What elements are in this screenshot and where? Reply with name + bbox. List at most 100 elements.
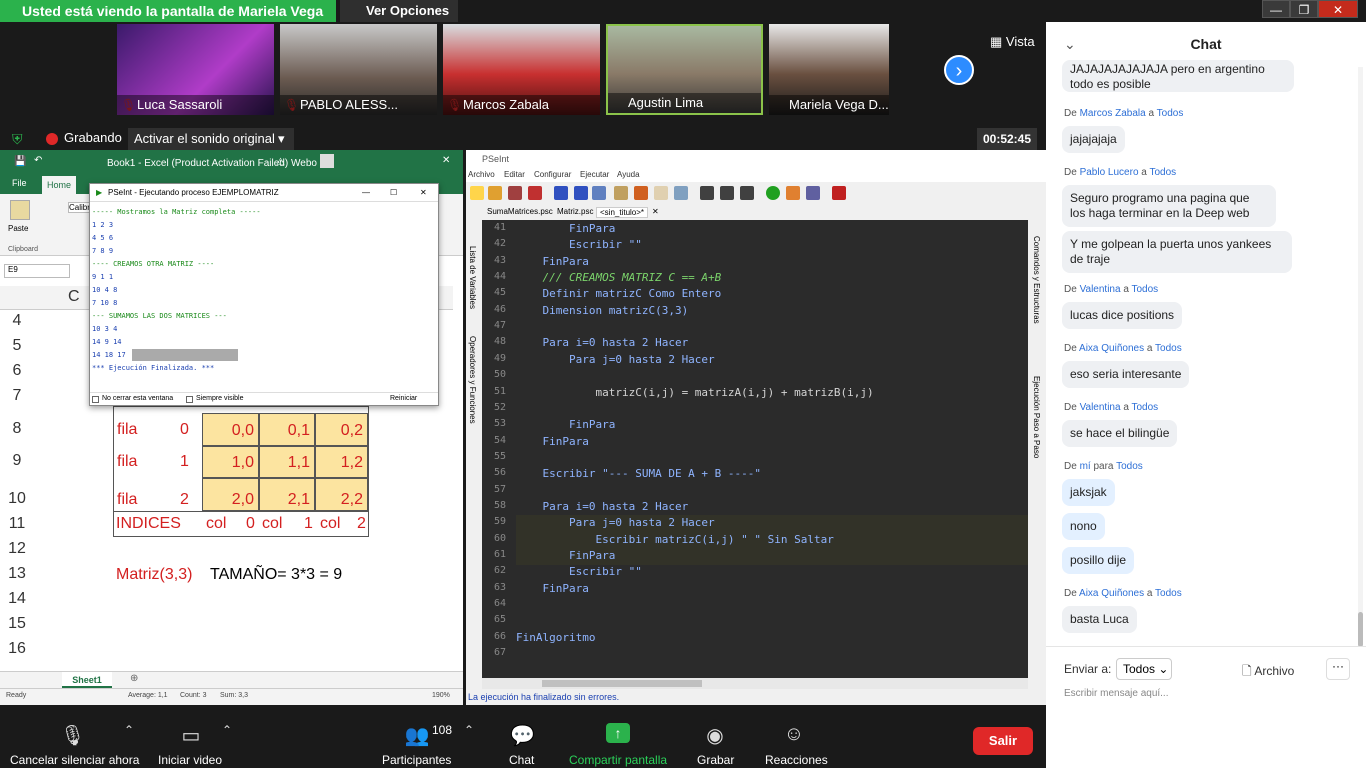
sender-name[interactable]: Aixa Quiñones: [1079, 588, 1144, 599]
chevron-down-icon[interactable]: ▾: [278, 128, 285, 150]
scroll-thumb[interactable]: [542, 680, 702, 687]
file-tab[interactable]: SumaMatrices.psc: [484, 207, 556, 216]
view-button[interactable]: ▦ Vista: [990, 34, 1035, 50]
sender-name[interactable]: Pablo Lucero: [1080, 167, 1139, 178]
video-tile[interactable]: 🎙 Marcos Zabala: [443, 24, 600, 115]
col-label[interactable]: col: [320, 508, 340, 540]
cut-icon[interactable]: [592, 186, 606, 200]
close-tab-icon[interactable]: ✕: [652, 207, 659, 216]
participants-icon[interactable]: 👥: [404, 723, 430, 748]
indices-label[interactable]: INDICES: [116, 508, 181, 540]
more-button[interactable]: ···: [1326, 658, 1350, 680]
row-header[interactable]: 14: [0, 590, 34, 608]
copy-icon[interactable]: [614, 186, 628, 200]
original-sound-button[interactable]: Activar el sonido original ▾: [128, 128, 294, 150]
tab-sheet1[interactable]: Sheet1: [62, 672, 112, 688]
row-header[interactable]: 9: [0, 452, 34, 470]
record-button[interactable]: Grabar: [697, 753, 734, 767]
diagram-icon[interactable]: [806, 186, 820, 200]
row-header[interactable]: 15: [0, 615, 34, 633]
find-icon[interactable]: [654, 186, 668, 200]
chevron-up-icon[interactable]: ⌃: [464, 723, 474, 737]
col-index[interactable]: 1: [304, 508, 313, 540]
commands-panel-tab[interactable]: Comandos y Estructuras: [1032, 236, 1041, 324]
row-header[interactable]: 4: [0, 312, 34, 330]
share-screen-button[interactable]: Compartir pantalla: [569, 753, 667, 767]
close-icon[interactable]: ✕: [442, 155, 450, 166]
add-sheet-icon[interactable]: ⊕: [130, 673, 138, 684]
horizontal-scrollbar[interactable]: [482, 678, 1028, 689]
save-icon[interactable]: [508, 186, 522, 200]
fila-index[interactable]: 0: [180, 414, 189, 446]
fila-index[interactable]: 1: [180, 446, 189, 478]
row-header[interactable]: 5: [0, 337, 34, 355]
open-icon[interactable]: [488, 186, 502, 200]
fila-label[interactable]: fila: [117, 446, 137, 478]
row-header[interactable]: 13: [0, 565, 34, 583]
matrix-cell[interactable]: 1,2: [315, 446, 368, 478]
video-tile-active[interactable]: Agustin Lima: [606, 24, 763, 115]
paste-label[interactable]: Paste: [8, 224, 28, 233]
fila-label[interactable]: fila: [117, 414, 137, 446]
clipboard-icon[interactable]: [10, 200, 30, 220]
col-index[interactable]: 0: [246, 508, 255, 540]
matrix-cell[interactable]: 2,2: [315, 478, 368, 511]
column-c-header[interactable]: C: [68, 288, 80, 306]
redo-icon[interactable]: [574, 186, 588, 200]
matrix-cell[interactable]: 2,0: [202, 478, 259, 511]
mute-button[interactable]: Cancelar silenciar ahora: [10, 753, 139, 767]
menu-item[interactable]: Archivo: [468, 170, 495, 179]
file-tab-active[interactable]: <sin_titulo>*: [596, 207, 649, 218]
video-tile[interactable]: 🎙 PABLO ALESS...: [280, 24, 437, 115]
size-formula[interactable]: TAMAÑO= 3*3 = 9: [210, 559, 342, 591]
matrix-size-label[interactable]: Matriz(3,3): [116, 559, 192, 591]
status-zoom[interactable]: 190%: [432, 692, 450, 699]
matrix-cell[interactable]: 0,1: [259, 413, 315, 446]
save-as-icon[interactable]: [528, 186, 542, 200]
chat-scroll-thumb[interactable]: [1358, 612, 1363, 647]
minimize-icon[interactable]: —: [362, 184, 370, 202]
chat-button[interactable]: Chat: [509, 753, 534, 767]
row-header[interactable]: 8: [0, 420, 34, 438]
reactions-icon[interactable]: ☺: [782, 723, 806, 746]
code-editor[interactable]: 41 42 43 44 45 46 47 48 49 50 51 52 53 54 55 56 57 58 59 60…: [482, 220, 1028, 678]
chat-input[interactable]: Escribir mensaje aquí...: [1064, 688, 1169, 699]
chat-scrollbar[interactable]: [1358, 67, 1363, 647]
restart-button[interactable]: Reiniciar: [390, 395, 417, 402]
menu-item[interactable]: Editar: [504, 170, 525, 179]
menu-item[interactable]: Ayuda: [617, 170, 640, 179]
chat-icon[interactable]: 💬: [510, 723, 535, 748]
matrix-cell[interactable]: 0,0: [202, 413, 259, 446]
tab-file[interactable]: File: [12, 178, 27, 188]
new-file-icon[interactable]: [470, 186, 484, 200]
indent-icon[interactable]: [674, 186, 688, 200]
muted-mic-icon[interactable]: 🎙: [60, 723, 85, 748]
row-header[interactable]: 16: [0, 640, 34, 658]
next-page-button[interactable]: ›: [944, 55, 974, 85]
sender-name[interactable]: Valentina: [1080, 402, 1121, 413]
avatar[interactable]: [320, 154, 334, 168]
name-box[interactable]: E9: [4, 264, 70, 278]
participants-button[interactable]: Participantes: [382, 753, 451, 767]
matrix-cell[interactable]: 2,1: [259, 478, 315, 511]
row-header[interactable]: 12: [0, 540, 34, 558]
file-tab[interactable]: Matriz.psc: [554, 207, 596, 216]
recipient-dropdown[interactable]: Todos ⌄: [1116, 658, 1172, 680]
sender-name[interactable]: Aixa Quiñones: [1079, 343, 1144, 354]
col-label[interactable]: col: [262, 508, 282, 540]
view-options-button[interactable]: Ver Opciones ⌄: [340, 0, 458, 40]
video-button[interactable]: Iniciar video: [158, 753, 222, 767]
undo-icon[interactable]: ↶: [34, 155, 42, 166]
close-icon[interactable]: ✕: [420, 184, 427, 202]
matrix-cell[interactable]: 0,2: [315, 413, 368, 446]
chevron-up-icon[interactable]: ⌃: [124, 723, 134, 737]
restore-button[interactable]: ❐: [1290, 0, 1318, 18]
share-screen-icon[interactable]: ↑: [606, 723, 630, 743]
menu-item[interactable]: Ejecutar: [580, 170, 609, 179]
video-tile[interactable]: 🎙 Luca Sassaroli: [117, 24, 274, 115]
maximize-icon[interactable]: ☐: [390, 184, 397, 202]
paste-icon[interactable]: [634, 186, 648, 200]
row-header[interactable]: 6: [0, 362, 34, 380]
tool-icon[interactable]: [700, 186, 714, 200]
reactions-button[interactable]: Reacciones: [765, 753, 828, 767]
